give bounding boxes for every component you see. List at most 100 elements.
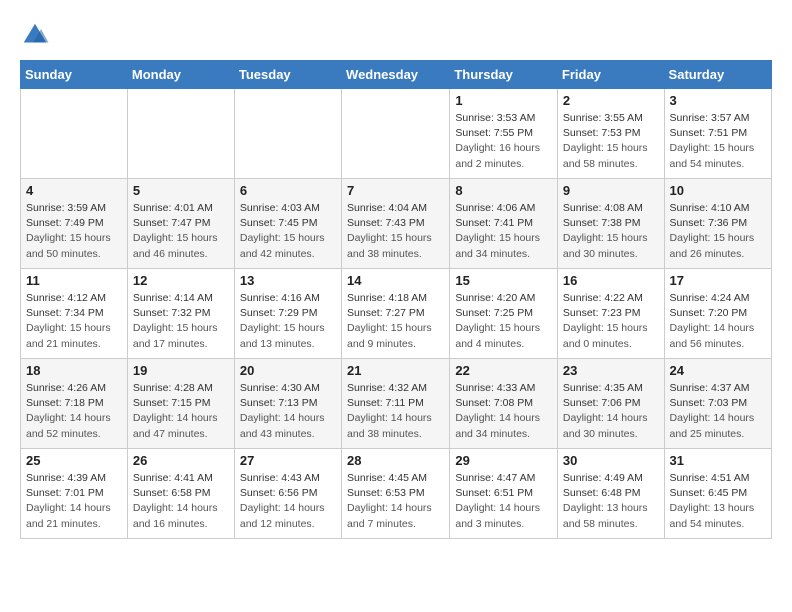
page-header: [20, 20, 772, 50]
calendar-cell: 24 Sunrise: 4:37 AMSunset: 7:03 PMDaylig…: [664, 359, 771, 449]
calendar-cell: 15 Sunrise: 4:20 AMSunset: 7:25 PMDaylig…: [450, 269, 558, 359]
day-detail: Sunrise: 4:24 AMSunset: 7:20 PMDaylight:…: [670, 291, 766, 352]
calendar-cell: 26 Sunrise: 4:41 AMSunset: 6:58 PMDaylig…: [127, 449, 234, 539]
day-detail: Sunrise: 3:57 AMSunset: 7:51 PMDaylight:…: [670, 111, 766, 172]
day-detail: Sunrise: 4:20 AMSunset: 7:25 PMDaylight:…: [455, 291, 552, 352]
logo-icon: [20, 20, 50, 50]
day-detail: Sunrise: 4:28 AMSunset: 7:15 PMDaylight:…: [133, 381, 229, 442]
day-detail: Sunrise: 4:45 AMSunset: 6:53 PMDaylight:…: [347, 471, 444, 532]
calendar-cell: 1 Sunrise: 3:53 AMSunset: 7:55 PMDayligh…: [450, 89, 558, 179]
day-detail: Sunrise: 4:08 AMSunset: 7:38 PMDaylight:…: [563, 201, 659, 262]
calendar-cell: 25 Sunrise: 4:39 AMSunset: 7:01 PMDaylig…: [21, 449, 128, 539]
day-detail: Sunrise: 4:41 AMSunset: 6:58 PMDaylight:…: [133, 471, 229, 532]
calendar-cell: 11 Sunrise: 4:12 AMSunset: 7:34 PMDaylig…: [21, 269, 128, 359]
day-number: 10: [670, 183, 766, 198]
day-number: 6: [240, 183, 336, 198]
calendar-table: SundayMondayTuesdayWednesdayThursdayFrid…: [20, 60, 772, 539]
calendar-cell: 17 Sunrise: 4:24 AMSunset: 7:20 PMDaylig…: [664, 269, 771, 359]
day-detail: Sunrise: 4:18 AMSunset: 7:27 PMDaylight:…: [347, 291, 444, 352]
day-detail: Sunrise: 4:14 AMSunset: 7:32 PMDaylight:…: [133, 291, 229, 352]
day-number: 16: [563, 273, 659, 288]
calendar-cell: 22 Sunrise: 4:33 AMSunset: 7:08 PMDaylig…: [450, 359, 558, 449]
day-number: 31: [670, 453, 766, 468]
day-detail: Sunrise: 4:06 AMSunset: 7:41 PMDaylight:…: [455, 201, 552, 262]
day-number: 1: [455, 93, 552, 108]
col-header-wednesday: Wednesday: [342, 61, 450, 89]
calendar-week-row: 4 Sunrise: 3:59 AMSunset: 7:49 PMDayligh…: [21, 179, 772, 269]
day-number: 20: [240, 363, 336, 378]
day-number: 15: [455, 273, 552, 288]
calendar-cell: 10 Sunrise: 4:10 AMSunset: 7:36 PMDaylig…: [664, 179, 771, 269]
day-number: 11: [26, 273, 122, 288]
calendar-cell: [342, 89, 450, 179]
calendar-cell: 20 Sunrise: 4:30 AMSunset: 7:13 PMDaylig…: [234, 359, 341, 449]
day-detail: Sunrise: 4:43 AMSunset: 6:56 PMDaylight:…: [240, 471, 336, 532]
calendar-cell: 8 Sunrise: 4:06 AMSunset: 7:41 PMDayligh…: [450, 179, 558, 269]
calendar-cell: 28 Sunrise: 4:45 AMSunset: 6:53 PMDaylig…: [342, 449, 450, 539]
day-detail: Sunrise: 4:22 AMSunset: 7:23 PMDaylight:…: [563, 291, 659, 352]
day-number: 5: [133, 183, 229, 198]
calendar-header-row: SundayMondayTuesdayWednesdayThursdayFrid…: [21, 61, 772, 89]
day-number: 27: [240, 453, 336, 468]
day-detail: Sunrise: 4:16 AMSunset: 7:29 PMDaylight:…: [240, 291, 336, 352]
day-number: 26: [133, 453, 229, 468]
day-detail: Sunrise: 3:55 AMSunset: 7:53 PMDaylight:…: [563, 111, 659, 172]
calendar-cell: 3 Sunrise: 3:57 AMSunset: 7:51 PMDayligh…: [664, 89, 771, 179]
day-detail: Sunrise: 4:10 AMSunset: 7:36 PMDaylight:…: [670, 201, 766, 262]
day-number: 13: [240, 273, 336, 288]
calendar-cell: 6 Sunrise: 4:03 AMSunset: 7:45 PMDayligh…: [234, 179, 341, 269]
col-header-thursday: Thursday: [450, 61, 558, 89]
calendar-cell: 5 Sunrise: 4:01 AMSunset: 7:47 PMDayligh…: [127, 179, 234, 269]
day-number: 19: [133, 363, 229, 378]
logo: [20, 20, 54, 50]
day-number: 2: [563, 93, 659, 108]
col-header-saturday: Saturday: [664, 61, 771, 89]
day-detail: Sunrise: 3:59 AMSunset: 7:49 PMDaylight:…: [26, 201, 122, 262]
day-number: 24: [670, 363, 766, 378]
day-number: 21: [347, 363, 444, 378]
day-number: 3: [670, 93, 766, 108]
calendar-cell: 30 Sunrise: 4:49 AMSunset: 6:48 PMDaylig…: [557, 449, 664, 539]
day-number: 9: [563, 183, 659, 198]
calendar-cell: 13 Sunrise: 4:16 AMSunset: 7:29 PMDaylig…: [234, 269, 341, 359]
calendar-week-row: 18 Sunrise: 4:26 AMSunset: 7:18 PMDaylig…: [21, 359, 772, 449]
day-detail: Sunrise: 4:51 AMSunset: 6:45 PMDaylight:…: [670, 471, 766, 532]
day-detail: Sunrise: 4:01 AMSunset: 7:47 PMDaylight:…: [133, 201, 229, 262]
calendar-cell: [21, 89, 128, 179]
day-number: 12: [133, 273, 229, 288]
col-header-monday: Monday: [127, 61, 234, 89]
calendar-cell: 21 Sunrise: 4:32 AMSunset: 7:11 PMDaylig…: [342, 359, 450, 449]
day-number: 14: [347, 273, 444, 288]
day-detail: Sunrise: 4:37 AMSunset: 7:03 PMDaylight:…: [670, 381, 766, 442]
day-number: 22: [455, 363, 552, 378]
day-number: 25: [26, 453, 122, 468]
day-number: 17: [670, 273, 766, 288]
day-detail: Sunrise: 4:39 AMSunset: 7:01 PMDaylight:…: [26, 471, 122, 532]
calendar-cell: 19 Sunrise: 4:28 AMSunset: 7:15 PMDaylig…: [127, 359, 234, 449]
day-detail: Sunrise: 4:26 AMSunset: 7:18 PMDaylight:…: [26, 381, 122, 442]
day-detail: Sunrise: 4:47 AMSunset: 6:51 PMDaylight:…: [455, 471, 552, 532]
day-number: 8: [455, 183, 552, 198]
day-number: 7: [347, 183, 444, 198]
calendar-cell: [127, 89, 234, 179]
day-detail: Sunrise: 4:32 AMSunset: 7:11 PMDaylight:…: [347, 381, 444, 442]
calendar-cell: 18 Sunrise: 4:26 AMSunset: 7:18 PMDaylig…: [21, 359, 128, 449]
calendar-cell: [234, 89, 341, 179]
calendar-cell: 2 Sunrise: 3:55 AMSunset: 7:53 PMDayligh…: [557, 89, 664, 179]
day-detail: Sunrise: 4:04 AMSunset: 7:43 PMDaylight:…: [347, 201, 444, 262]
day-number: 28: [347, 453, 444, 468]
col-header-friday: Friday: [557, 61, 664, 89]
day-detail: Sunrise: 4:33 AMSunset: 7:08 PMDaylight:…: [455, 381, 552, 442]
calendar-cell: 14 Sunrise: 4:18 AMSunset: 7:27 PMDaylig…: [342, 269, 450, 359]
day-number: 30: [563, 453, 659, 468]
calendar-cell: 12 Sunrise: 4:14 AMSunset: 7:32 PMDaylig…: [127, 269, 234, 359]
calendar-cell: 27 Sunrise: 4:43 AMSunset: 6:56 PMDaylig…: [234, 449, 341, 539]
day-detail: Sunrise: 3:53 AMSunset: 7:55 PMDaylight:…: [455, 111, 552, 172]
calendar-week-row: 1 Sunrise: 3:53 AMSunset: 7:55 PMDayligh…: [21, 89, 772, 179]
calendar-cell: 16 Sunrise: 4:22 AMSunset: 7:23 PMDaylig…: [557, 269, 664, 359]
day-detail: Sunrise: 4:30 AMSunset: 7:13 PMDaylight:…: [240, 381, 336, 442]
day-number: 18: [26, 363, 122, 378]
calendar-cell: 9 Sunrise: 4:08 AMSunset: 7:38 PMDayligh…: [557, 179, 664, 269]
day-number: 29: [455, 453, 552, 468]
calendar-cell: 7 Sunrise: 4:04 AMSunset: 7:43 PMDayligh…: [342, 179, 450, 269]
